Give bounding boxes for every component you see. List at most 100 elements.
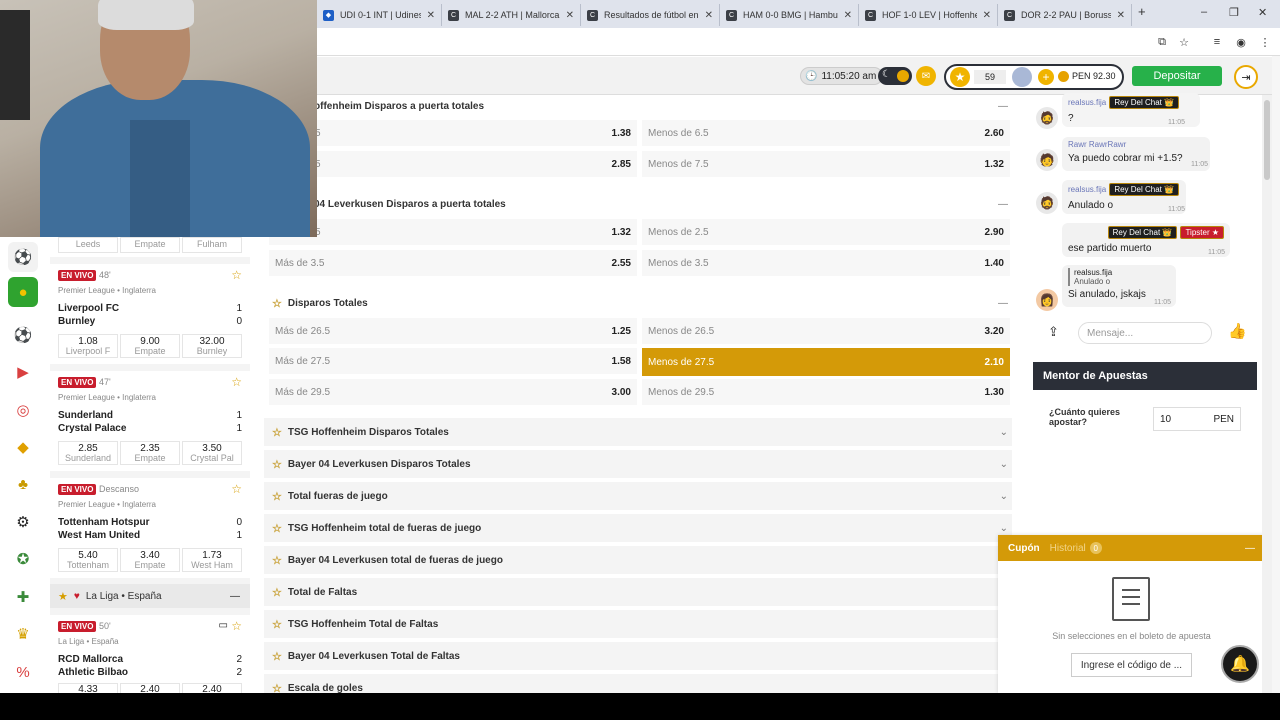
logout-button[interactable]: ⇥ bbox=[1234, 65, 1258, 89]
star-icon[interactable]: ☆ bbox=[272, 682, 282, 694]
market-header[interactable]: ☆ Disparos Totales — bbox=[264, 289, 1012, 317]
market-header-collapsed[interactable]: ☆ Total de Faltas bbox=[264, 578, 1012, 606]
rail-item-video[interactable]: ▶ bbox=[8, 357, 38, 387]
install-icon[interactable]: ⧉ bbox=[1155, 35, 1169, 49]
market-header-collapsed[interactable]: ☆ TSG Hoffenheim total de fueras de juego… bbox=[264, 514, 1012, 542]
close-icon[interactable]: ✕ bbox=[983, 10, 991, 21]
minimize-button[interactable]: — bbox=[1245, 543, 1255, 554]
scroll-thumb[interactable] bbox=[1264, 100, 1270, 180]
odd-button[interactable]: Menos de 2.5 2.90 bbox=[642, 219, 1010, 245]
favorite-star-icon[interactable]: ☆ bbox=[231, 375, 242, 389]
rail-item-promo[interactable]: ✚ bbox=[8, 582, 38, 612]
chat-message-input[interactable]: Mensaje... bbox=[1078, 322, 1212, 344]
rail-item-tennis[interactable]: ● bbox=[8, 277, 38, 307]
odd-button[interactable]: Menos de 6.5 2.60 bbox=[642, 120, 1010, 146]
odd-button-selected[interactable]: Menos de 27.5 2.10 bbox=[642, 348, 1010, 376]
rail-item-cup[interactable]: ♛ bbox=[8, 619, 38, 649]
chevron-down-icon[interactable]: ⌄ bbox=[1000, 459, 1008, 470]
star-icon[interactable]: ☆ bbox=[272, 586, 282, 599]
tab-history[interactable]: Historial bbox=[1050, 543, 1086, 554]
odd-cell[interactable]: 2.40 bbox=[182, 683, 242, 693]
market-header[interactable]: 04 Leverkusen Disparos a puerta totales — bbox=[264, 190, 1012, 218]
odd-cell[interactable]: Empate bbox=[120, 237, 180, 253]
browser-tab[interactable]: C HAM 0-0 BMG | Hamburg ✕ bbox=[720, 4, 859, 26]
close-icon[interactable]: ✕ bbox=[427, 10, 435, 21]
bookmark-star-icon[interactable]: ☆ bbox=[1177, 35, 1191, 49]
odd-button[interactable]: Más de 26.5 1.25 bbox=[269, 318, 637, 344]
star-icon[interactable]: ☆ bbox=[272, 618, 282, 631]
market-header-collapsed[interactable]: ☆ Total fueras de juego ⌄ bbox=[264, 482, 1012, 510]
odd-cell[interactable]: 1.73 West Ham bbox=[182, 548, 242, 572]
market-header-collapsed[interactable]: ☆ Bayer 04 Leverkusen total de fueras de … bbox=[264, 546, 1012, 574]
market-header-collapsed[interactable]: ☆ Bayer 04 Leverkusen Total de Faltas bbox=[264, 642, 1012, 670]
star-icon[interactable]: ☆ bbox=[272, 554, 282, 567]
odd-button[interactable]: 5 1.38 bbox=[269, 120, 637, 146]
collapse-icon[interactable]: — bbox=[998, 101, 1008, 112]
star-icon[interactable]: ☆ bbox=[272, 458, 282, 471]
collapse-icon[interactable]: — bbox=[998, 199, 1008, 210]
odd-cell[interactable]: 3.40 Empate bbox=[120, 548, 180, 572]
add-funds-icon[interactable]: + bbox=[1038, 69, 1054, 85]
star-icon[interactable]: ☆ bbox=[272, 426, 282, 439]
close-icon[interactable]: ✕ bbox=[566, 10, 574, 21]
mail-button[interactable]: ✉ bbox=[916, 66, 936, 86]
close-icon[interactable]: ✕ bbox=[1117, 10, 1125, 21]
page-scrollbar[interactable] bbox=[1272, 56, 1280, 693]
match-card[interactable]: EN VIVO 47' ☆ Premier League • Inglaterr… bbox=[50, 371, 250, 471]
match-card[interactable]: EN VIVO 48' ☆ Premier League • Inglaterr… bbox=[50, 264, 250, 364]
maximize-button[interactable]: ❐ bbox=[1229, 6, 1239, 19]
favorite-star-icon[interactable]: ☆ bbox=[231, 482, 242, 496]
market-header[interactable]: offenheim Disparos a puerta totales — bbox=[264, 95, 1012, 120]
rail-item-cards[interactable]: ♣ bbox=[8, 469, 38, 499]
chevron-down-icon[interactable]: ⌄ bbox=[1000, 491, 1008, 502]
reading-list-icon[interactable]: ≡ bbox=[1210, 35, 1224, 49]
favorite-star-icon[interactable]: ☆ bbox=[231, 268, 242, 282]
new-tab-button[interactable]: + bbox=[1138, 4, 1146, 19]
rail-item-prize[interactable]: ✪ bbox=[8, 544, 38, 574]
odd-button[interactable]: Menos de 26.5 3.20 bbox=[642, 318, 1010, 344]
star-icon[interactable]: ☆ bbox=[272, 490, 282, 503]
tv-icon[interactable]: ▭ bbox=[219, 620, 228, 631]
theme-toggle[interactable]: ☾ bbox=[878, 67, 912, 85]
notification-bell-icon[interactable]: 🔔 bbox=[1221, 645, 1259, 683]
rail-item-darts[interactable]: ◎ bbox=[8, 395, 38, 425]
deposit-button[interactable]: Depositar bbox=[1132, 66, 1222, 86]
odd-button[interactable]: Más de 27.5 1.58 bbox=[269, 348, 637, 374]
chevron-down-icon[interactable]: ⌄ bbox=[1000, 523, 1008, 534]
profile-icon[interactable]: ◉ bbox=[1234, 35, 1248, 49]
market-header-collapsed[interactable]: ☆ TSG Hoffenheim Disparos Totales ⌄ bbox=[264, 418, 1012, 446]
share-icon[interactable]: ⇪ bbox=[1048, 324, 1059, 340]
odd-button[interactable]: Más de 29.5 3.00 bbox=[269, 379, 637, 405]
odd-button[interactable]: 5 2.85 bbox=[269, 151, 637, 177]
star-icon[interactable]: ☆ bbox=[272, 522, 282, 535]
minimize-button[interactable]: – bbox=[1201, 6, 1207, 18]
match-card[interactable]: EN VIVO 50' ▭ ☆ La Liga • España RCD Mal… bbox=[50, 615, 250, 693]
browser-tab[interactable]: ◆UDI 0-1 INT | Udinese vs I✕ bbox=[317, 4, 442, 26]
chevron-down-icon[interactable]: ⌄ bbox=[1000, 427, 1008, 438]
browser-tab[interactable]: C MAL 2-2 ATH | Mallorca v ✕ bbox=[442, 4, 581, 26]
favorite-star-icon[interactable]: ☆ bbox=[231, 619, 242, 633]
odd-cell[interactable]: 5.40 Tottenham bbox=[58, 548, 118, 572]
collapse-icon[interactable]: — bbox=[998, 298, 1008, 309]
odd-button[interactable]: Menos de 3.5 1.40 bbox=[642, 250, 1010, 276]
close-icon[interactable]: ✕ bbox=[844, 10, 852, 21]
tab-coupon[interactable]: Cupón bbox=[1008, 543, 1040, 554]
rail-item-soccer[interactable]: ⚽ bbox=[8, 242, 38, 272]
browser-tab[interactable]: C Resultados de fútbol en v ✕ bbox=[581, 4, 720, 26]
league-header[interactable]: ★ ♥ La Liga • España — bbox=[50, 584, 250, 608]
rail-item-discount[interactable]: % bbox=[8, 657, 38, 687]
browser-tab[interactable]: CHOF 1-0 LEV | Hoffenheim✕ bbox=[859, 4, 998, 26]
market-header-collapsed[interactable]: ☆ Bayer 04 Leverkusen Disparos Totales ⌄ bbox=[264, 450, 1012, 478]
avatar[interactable] bbox=[1012, 67, 1032, 87]
odd-button[interactable]: Menos de 29.5 1.30 bbox=[642, 379, 1010, 405]
odd-cell[interactable]: 9.00 Empate bbox=[120, 334, 180, 358]
stake-input[interactable]: 10 PEN bbox=[1153, 407, 1241, 431]
odd-cell[interactable]: 2.85 Sunderland bbox=[58, 441, 118, 465]
chat-scrollbar[interactable] bbox=[1262, 95, 1272, 693]
market-header-collapsed[interactable]: ☆ Escala de goles bbox=[264, 674, 1012, 693]
promo-code-button[interactable]: Ingrese el código de ... bbox=[1071, 653, 1192, 677]
odd-button[interactable]: Menos de 7.5 1.32 bbox=[642, 151, 1010, 177]
odd-cell[interactable]: 2.40 bbox=[120, 683, 180, 693]
menu-dots-icon[interactable]: ⋮ bbox=[1258, 35, 1272, 49]
browser-tab[interactable]: CDOR 2-2 PAU | Borussia D✕ bbox=[998, 4, 1132, 26]
